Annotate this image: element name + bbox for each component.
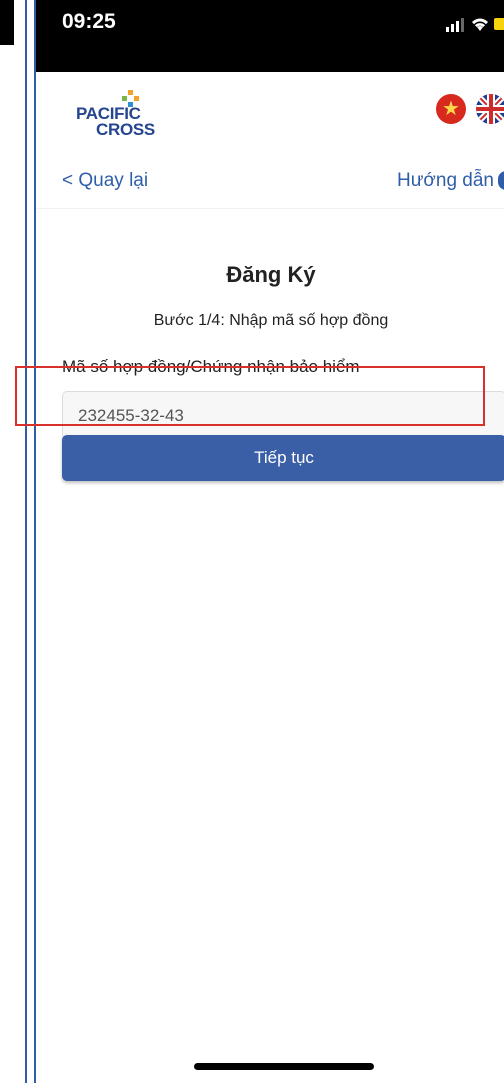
status-time: 09:25 xyxy=(62,10,116,33)
status-bar: 09:25 xyxy=(36,0,504,72)
page-title: Đăng Ký xyxy=(226,262,316,287)
back-button[interactable]: < Quay lại xyxy=(62,170,148,192)
step-indicator: Bước 1/4: Nhập mã số hợp đồng xyxy=(153,312,389,329)
help-info-icon xyxy=(498,171,504,191)
navigation-bar: < Quay lại Hướng dẫn xyxy=(36,160,504,209)
help-link[interactable]: Hướng dẫn xyxy=(397,170,504,192)
continue-button[interactable]: Tiếp tục xyxy=(62,435,504,481)
help-link-label: Hướng dẫn xyxy=(396,170,494,191)
signal-icon xyxy=(446,18,464,32)
home-indicator xyxy=(194,1063,374,1070)
left-panel-status-area xyxy=(0,0,14,45)
status-icons xyxy=(446,16,504,36)
uk-flag-icon[interactable] xyxy=(476,94,504,124)
phone-screen: 09:25 PACIFIC CROSS ★ < Quay lại Hướng d… xyxy=(34,0,504,1083)
battery-icon xyxy=(494,18,504,30)
input-highlight-box xyxy=(15,366,485,426)
left-panel-edge xyxy=(0,0,27,1083)
logo-text-cross: CROSS xyxy=(96,120,155,139)
vietnam-flag-icon[interactable]: ★ xyxy=(436,94,466,124)
pacific-cross-logo: PACIFIC CROSS xyxy=(76,90,176,140)
wifi-icon xyxy=(472,18,488,31)
app-header: PACIFIC CROSS xyxy=(36,72,504,161)
